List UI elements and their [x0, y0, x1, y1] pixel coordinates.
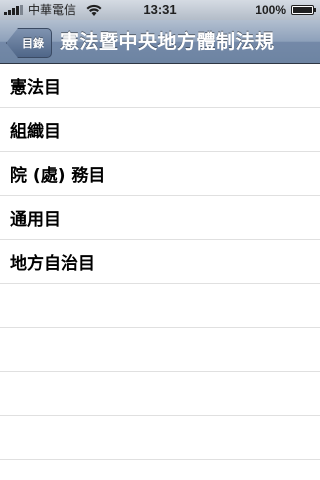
- battery-percentage: 100%: [255, 3, 286, 17]
- empty-row: [0, 416, 320, 460]
- list-item-constitution[interactable]: 憲法目: [0, 64, 320, 108]
- list-item-affairs[interactable]: 院 (處) 務目: [0, 152, 320, 196]
- empty-row: [0, 372, 320, 416]
- list-item-local-autonomy[interactable]: 地方自治目: [0, 240, 320, 284]
- category-list: 憲法目 組織目 院 (處) 務目 通用目 地方自治目: [0, 64, 320, 460]
- back-button[interactable]: 目錄: [6, 28, 52, 58]
- page-title: 憲法暨中央地方體制法規: [60, 31, 275, 53]
- navigation-bar: 目錄 憲法暨中央地方體制法規: [0, 20, 320, 64]
- empty-row: [0, 328, 320, 372]
- battery-fill: [293, 7, 312, 13]
- battery-icon: [291, 5, 316, 15]
- list-item-organization[interactable]: 組織目: [0, 108, 320, 152]
- list-item-general[interactable]: 通用目: [0, 196, 320, 240]
- empty-row: [0, 284, 320, 328]
- status-bar: 中華電信 13:31 100%: [0, 0, 320, 20]
